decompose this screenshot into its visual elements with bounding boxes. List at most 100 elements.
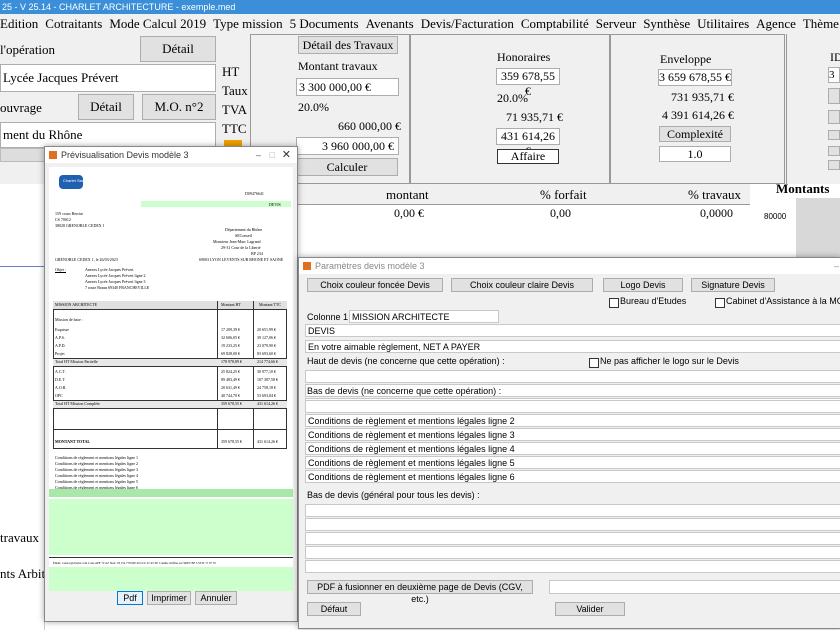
taux-value: 20.0% bbox=[298, 100, 329, 114]
logo-button[interactable]: Logo Devis bbox=[603, 278, 683, 292]
complexite-button[interactable]: Complexité bbox=[659, 126, 731, 142]
aimable-field[interactable]: En votre aimable règlement, NET A PAYER bbox=[305, 340, 840, 353]
footer-line bbox=[49, 557, 293, 558]
pt-row-label: A.C.T. bbox=[55, 369, 66, 374]
signature-button[interactable]: Signature Devis bbox=[691, 278, 775, 292]
detail-travaux-button[interactable]: Détail des Travaux bbox=[298, 36, 398, 54]
preview-table bbox=[53, 301, 287, 449]
bas-line-3[interactable]: Conditions de règlement et mentions léga… bbox=[305, 428, 840, 441]
colonne-field[interactable]: MISSION ARCHITECTE bbox=[349, 310, 499, 323]
pt-row-label: A.O.R. bbox=[55, 385, 67, 390]
pdf-fusion-button[interactable]: PDF à fusionner en deuxième page de Devi… bbox=[307, 580, 533, 604]
bas-line-6[interactable]: Conditions de règlement et mentions léga… bbox=[305, 470, 840, 483]
pt-row-ht: 69 828,00 € bbox=[221, 351, 240, 356]
calculer-button[interactable]: Calculer bbox=[296, 158, 398, 176]
operation-detail-button[interactable]: Détail bbox=[140, 36, 216, 62]
bureau-checkbox[interactable] bbox=[609, 298, 619, 308]
bas-general-line-3[interactable] bbox=[305, 532, 840, 545]
bas-line-5[interactable]: Conditions de règlement et mentions léga… bbox=[305, 456, 840, 469]
dark-color-button[interactable]: Choix couleur foncée Devis bbox=[307, 278, 443, 292]
enveloppe-ht-field[interactable]: 3 659 678,55 € bbox=[658, 69, 732, 86]
pt-row-label: Mission de base : bbox=[55, 317, 83, 322]
tva-label: TVA bbox=[222, 102, 248, 117]
validate-button[interactable]: Valider bbox=[555, 602, 625, 616]
menu-edition[interactable]: Edition bbox=[0, 16, 38, 31]
bas-general-line-4[interactable] bbox=[305, 546, 840, 559]
pt-row-ttc: 24 758,18 € bbox=[257, 385, 276, 390]
pt-row-ht: 17 209,39 € bbox=[221, 327, 240, 332]
maitre-ouvrage-field[interactable]: ment du Rhône bbox=[0, 122, 216, 148]
default-button[interactable]: Défaut bbox=[307, 602, 361, 616]
table-header bbox=[290, 184, 750, 205]
menu-synthese[interactable]: Synthèse bbox=[643, 16, 690, 31]
menu-devis-facturation[interactable]: Devis/Facturation bbox=[421, 16, 514, 31]
bas-general-line-1[interactable] bbox=[305, 504, 840, 517]
devis-field[interactable]: DEVIS bbox=[305, 324, 840, 337]
affaire-button[interactable]: Affaire bbox=[497, 149, 559, 164]
menu-mode-calcul[interactable]: Mode Calcul 2019 bbox=[109, 16, 206, 31]
light-color-button[interactable]: Choix couleur claire Devis bbox=[451, 278, 593, 292]
menu-documents[interactable]: 5 Documents bbox=[290, 16, 359, 31]
bas-line-blank[interactable] bbox=[305, 400, 840, 413]
bas-general-line-5[interactable] bbox=[305, 560, 840, 573]
menu-serveur[interactable]: Serveur bbox=[596, 16, 636, 31]
cond-line: Conditions de règlement et mentions léga… bbox=[55, 473, 138, 478]
haut-line-1[interactable] bbox=[305, 370, 840, 383]
id-field[interactable]: 3 bbox=[828, 67, 840, 83]
pdf-button[interactable]: Pdf bbox=[117, 591, 143, 605]
mo2-button[interactable]: M.O. n°2 bbox=[142, 94, 216, 120]
menu-cotraitants[interactable]: Cotraitants bbox=[45, 16, 102, 31]
minimize-icon[interactable]: – bbox=[834, 258, 839, 274]
ttc-field[interactable]: 3 960 000,00 € bbox=[296, 137, 399, 155]
pt-row-label: Projet bbox=[55, 351, 65, 356]
pt-row-label: D.E.T. bbox=[55, 377, 66, 382]
pt-row-ttc: 20 651,99 € bbox=[257, 327, 276, 332]
montant-travaux-field[interactable]: 3 300 000,00 € bbox=[296, 78, 399, 96]
client-line-2: SEConseil bbox=[235, 233, 252, 238]
pt-row-ht: 20 631,49 € bbox=[221, 385, 240, 390]
menu-comptabilite[interactable]: Comptabilité bbox=[521, 16, 589, 31]
print-button[interactable]: Imprimer bbox=[147, 591, 191, 605]
pt-row-label: Total HT Mission Complète bbox=[55, 401, 100, 406]
right-button-5[interactable] bbox=[828, 160, 840, 170]
cabinet-label: Cabinet d'Assistance à la MO bbox=[726, 296, 840, 306]
menu-utilitaires[interactable]: Utilitaires bbox=[697, 16, 749, 31]
bas-general-line-2[interactable] bbox=[305, 518, 840, 531]
arbitr-label: nts Arbitr bbox=[0, 566, 50, 581]
menu-type-mission[interactable]: Type mission bbox=[213, 16, 283, 31]
operation-name-field[interactable]: Lycée Jacques Prévert bbox=[0, 64, 216, 92]
menu-bar: Edition Cotraitants Mode Calcul 2019 Type m… bbox=[0, 14, 840, 34]
row1-montant: 0,00 € bbox=[394, 206, 424, 220]
green-block bbox=[49, 499, 293, 555]
right-button-1[interactable] bbox=[828, 88, 840, 104]
client-line-4: 29-31 Cour de la Liberté bbox=[221, 245, 261, 250]
menu-theme[interactable]: Thème bbox=[803, 16, 839, 31]
cabinet-checkbox[interactable] bbox=[715, 298, 725, 308]
right-button-2[interactable] bbox=[828, 110, 840, 124]
devis-number: D09476641 bbox=[245, 191, 264, 196]
honoraires-ht-field[interactable]: 359 678,55 € bbox=[496, 68, 560, 98]
app-icon bbox=[303, 262, 311, 270]
right-button-4[interactable] bbox=[828, 146, 840, 156]
bas-label: Bas de devis (ne concerne que cette opér… bbox=[307, 386, 502, 396]
enveloppe-ttc: 4 391 614,26 € bbox=[662, 108, 734, 122]
bas-line-2[interactable]: Conditions de règlement et mentions léga… bbox=[305, 414, 840, 427]
minimize-icon[interactable]: – bbox=[256, 147, 261, 163]
bas-line-4[interactable]: Conditions de règlement et mentions léga… bbox=[305, 442, 840, 455]
ouvrage-detail-button[interactable]: Détail bbox=[78, 94, 134, 120]
params-titlebar: Paramètres devis modèle 3 – bbox=[299, 258, 840, 274]
complexite-field[interactable]: 1.0 bbox=[659, 146, 731, 162]
honoraires-ttc-field[interactable]: 431 614,26 € bbox=[496, 128, 560, 158]
maximize-icon[interactable]: □ bbox=[270, 147, 275, 163]
no-logo-checkbox[interactable] bbox=[589, 358, 599, 368]
right-button-3[interactable] bbox=[828, 130, 840, 140]
close-icon[interactable]: ✕ bbox=[282, 147, 291, 163]
ouvrage-label: ouvrage bbox=[0, 100, 42, 115]
pdf-fusion-field[interactable] bbox=[549, 580, 840, 594]
pt-row-ttc: 53 693,84 € bbox=[257, 393, 276, 398]
cancel-button[interactable]: Annuler bbox=[195, 591, 237, 605]
menu-agence[interactable]: Agence bbox=[756, 16, 796, 31]
cond-line: Conditions de règlement et mentions léga… bbox=[55, 479, 138, 484]
id-label: ID bbox=[830, 50, 840, 64]
menu-avenants[interactable]: Avenants bbox=[366, 16, 414, 31]
